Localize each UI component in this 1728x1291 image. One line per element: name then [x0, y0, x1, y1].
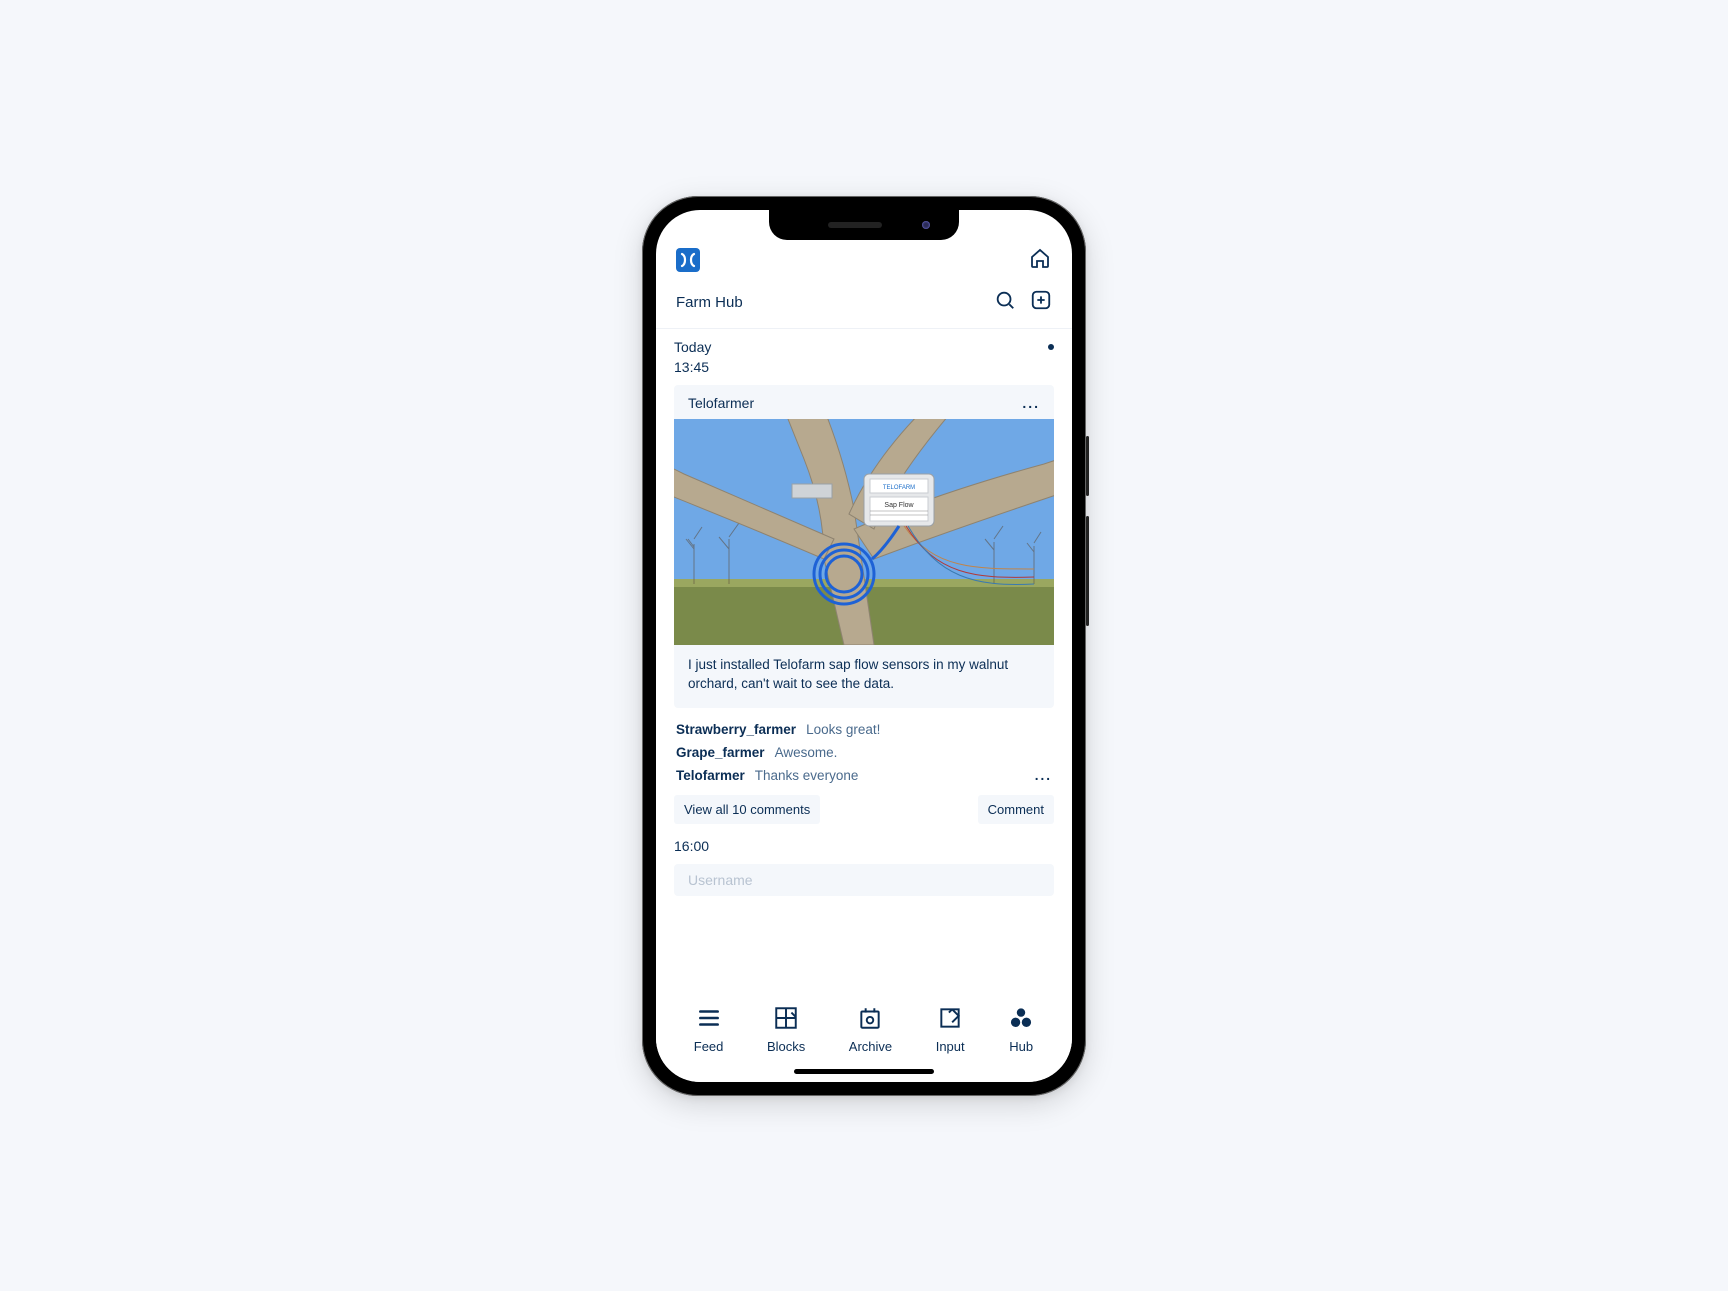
phone-side-button [1086, 516, 1089, 626]
svg-text:Sap Flow: Sap Flow [884, 502, 914, 509]
post-time: 13:45 [674, 359, 1054, 375]
header-actions [994, 289, 1052, 316]
comment-user: Telofarmer [676, 768, 745, 783]
phone-screen: Farm Hub Today 13:45 Telofarmer ... [656, 210, 1072, 1082]
search-icon[interactable] [994, 289, 1016, 316]
comment-item[interactable]: Grape_farmer Awesome. [674, 741, 1054, 764]
day-row: Today [674, 339, 1054, 355]
nav-feed[interactable]: Feed [694, 1005, 724, 1054]
post-author-placeholder: Username [688, 872, 753, 888]
nav-label: Input [936, 1039, 965, 1054]
nav-label: Hub [1009, 1039, 1033, 1054]
home-icon[interactable] [1028, 246, 1052, 275]
nav-label: Blocks [767, 1039, 805, 1054]
comments-list: Strawberry_farmer Looks great! Grape_far… [674, 718, 1054, 787]
add-icon[interactable] [1030, 289, 1052, 316]
more-icon[interactable]: ... [1035, 768, 1052, 783]
comment-text: Awesome. [775, 745, 838, 760]
app-logo-icon[interactable] [676, 248, 700, 272]
phone-side-button [1086, 436, 1089, 496]
phone-frame: Farm Hub Today 13:45 Telofarmer ... [642, 196, 1086, 1096]
page-title: Farm Hub [676, 294, 743, 311]
comment-item[interactable]: Telofarmer Thanks everyone ... [674, 764, 1054, 787]
nav-hub[interactable]: Hub [1008, 1005, 1034, 1054]
post-header: Telofarmer ... [674, 385, 1054, 419]
view-all-comments-button[interactable]: View all 10 comments [674, 795, 820, 824]
comment-text: Thanks everyone [755, 768, 859, 783]
post-image[interactable]: TELOFARM Sap Flow [674, 419, 1054, 645]
unread-indicator-icon [1048, 344, 1054, 350]
nav-blocks[interactable]: Blocks [767, 1005, 805, 1054]
nav-label: Archive [849, 1039, 892, 1054]
more-icon[interactable]: ... [1022, 395, 1040, 411]
post-card-peek: Username [674, 864, 1054, 896]
nav-label: Feed [694, 1039, 724, 1054]
phone-speaker [828, 222, 882, 228]
nav-input[interactable]: Input [936, 1005, 965, 1054]
comment-user: Grape_farmer [676, 745, 765, 760]
phone-notch [769, 210, 959, 240]
day-label: Today [674, 339, 711, 355]
svg-text:TELOFARM: TELOFARM [883, 485, 915, 491]
orchard-photo-icon: TELOFARM Sap Flow [674, 419, 1054, 645]
phone-camera [922, 221, 930, 229]
home-indicator[interactable] [794, 1069, 934, 1074]
comment-text: Looks great! [806, 722, 880, 737]
feed-overflow-fade [656, 988, 1072, 994]
page-header: Farm Hub [656, 283, 1072, 329]
post-time: 16:00 [674, 838, 1054, 854]
comment-item[interactable]: Strawberry_farmer Looks great! [674, 718, 1054, 741]
nav-archive[interactable]: Archive [849, 1005, 892, 1054]
comment-actions: View all 10 comments Comment [674, 795, 1054, 824]
comment-button[interactable]: Comment [978, 795, 1054, 824]
post-card: Telofarmer ... [674, 385, 1054, 708]
post-author[interactable]: Telofarmer [688, 395, 754, 411]
comment-user: Strawberry_farmer [676, 722, 796, 737]
feed-scroll[interactable]: Today 13:45 Telofarmer ... [656, 329, 1072, 994]
post-caption: I just installed Telofarm sap flow senso… [674, 645, 1054, 708]
